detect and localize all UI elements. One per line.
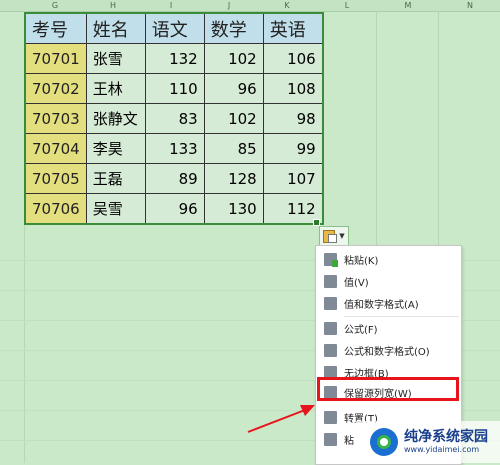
watermark-url: www.yidaimei.com — [404, 445, 480, 454]
watermark: 纯净系统家园 www.yidaimei.com — [356, 421, 500, 463]
site-logo-icon — [370, 428, 398, 456]
watermark-title: 纯净系统家园 — [404, 429, 488, 445]
pointer-arrow-icon — [247, 405, 315, 433]
